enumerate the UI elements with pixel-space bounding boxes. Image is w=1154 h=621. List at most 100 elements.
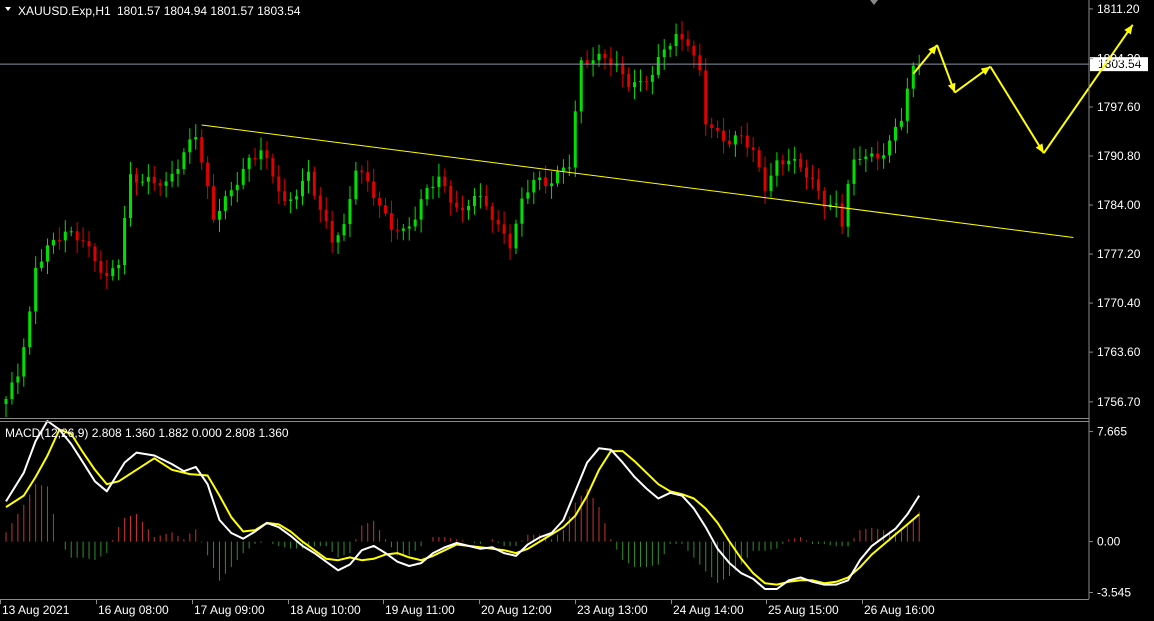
candle[interactable]: [834, 190, 838, 218]
candle[interactable]: [799, 152, 803, 173]
candle[interactable]: [816, 168, 820, 200]
candle[interactable]: [16, 363, 20, 394]
candle[interactable]: [555, 165, 559, 187]
candle[interactable]: [579, 56, 583, 124]
candle[interactable]: [449, 180, 453, 216]
candle[interactable]: [146, 164, 150, 195]
candle[interactable]: [888, 134, 892, 163]
candle[interactable]: [241, 158, 245, 190]
candle[interactable]: [603, 49, 607, 70]
candle[interactable]: [775, 152, 779, 187]
candle[interactable]: [461, 195, 465, 223]
candle[interactable]: [520, 187, 524, 237]
candle[interactable]: [366, 160, 370, 192]
candle[interactable]: [852, 148, 856, 196]
candle[interactable]: [573, 100, 577, 177]
forecast-arrow[interactable]: [989, 66, 1045, 154]
candle[interactable]: [75, 222, 79, 254]
candle[interactable]: [751, 137, 755, 163]
candle[interactable]: [99, 250, 103, 280]
candle[interactable]: [425, 184, 429, 206]
candle[interactable]: [757, 146, 761, 172]
candle[interactable]: [117, 259, 121, 281]
candle[interactable]: [810, 164, 814, 189]
candle[interactable]: [899, 108, 903, 131]
candle[interactable]: [876, 141, 880, 171]
candle[interactable]: [81, 227, 85, 248]
candle[interactable]: [22, 338, 26, 387]
candle[interactable]: [472, 188, 476, 215]
candle[interactable]: [295, 189, 299, 209]
candle[interactable]: [716, 120, 720, 139]
candle[interactable]: [484, 184, 488, 210]
candle[interactable]: [10, 372, 14, 405]
candle[interactable]: [437, 163, 441, 198]
candle[interactable]: [870, 147, 874, 163]
candle[interactable]: [51, 232, 55, 254]
candle[interactable]: [324, 196, 328, 229]
forecast-arrow[interactable]: [912, 44, 938, 75]
candle[interactable]: [905, 77, 909, 134]
candle[interactable]: [152, 165, 156, 191]
candle[interactable]: [467, 199, 471, 220]
candle[interactable]: [407, 217, 411, 241]
candle[interactable]: [662, 39, 666, 70]
candle[interactable]: [93, 242, 97, 272]
candle[interactable]: [894, 118, 897, 154]
candle[interactable]: [277, 165, 281, 205]
candle[interactable]: [217, 198, 221, 233]
candle[interactable]: [793, 146, 797, 174]
candle[interactable]: [235, 171, 239, 203]
candle[interactable]: [615, 50, 619, 73]
candle[interactable]: [129, 162, 133, 227]
candle[interactable]: [550, 171, 554, 199]
candle[interactable]: [822, 187, 826, 220]
candle[interactable]: [348, 186, 352, 238]
candle[interactable]: [312, 166, 316, 200]
candle[interactable]: [164, 171, 168, 198]
candle[interactable]: [680, 21, 684, 51]
candle[interactable]: [882, 143, 886, 169]
candle[interactable]: [354, 161, 358, 205]
candle[interactable]: [609, 46, 613, 77]
candle[interactable]: [621, 56, 625, 87]
candle[interactable]: [585, 50, 589, 69]
candle[interactable]: [781, 154, 785, 176]
candle[interactable]: [247, 154, 251, 182]
candle[interactable]: [650, 66, 654, 95]
candle[interactable]: [389, 200, 393, 243]
candle[interactable]: [194, 124, 198, 150]
candle[interactable]: [769, 162, 773, 198]
candle[interactable]: [644, 76, 648, 91]
candle[interactable]: [301, 168, 304, 205]
candle[interactable]: [289, 192, 293, 214]
candle[interactable]: [306, 159, 310, 194]
candle[interactable]: [710, 117, 714, 139]
candle[interactable]: [443, 168, 447, 193]
candle[interactable]: [763, 156, 767, 204]
candle[interactable]: [360, 165, 364, 184]
period-separator-marker-icon[interactable]: [870, 0, 878, 5]
candle[interactable]: [253, 147, 257, 166]
candle[interactable]: [745, 122, 749, 157]
candle[interactable]: [40, 249, 44, 272]
candle[interactable]: [34, 256, 38, 325]
candle[interactable]: [686, 30, 690, 52]
candle[interactable]: [259, 137, 263, 171]
candle[interactable]: [656, 44, 660, 79]
candle[interactable]: [639, 69, 643, 92]
price-pane[interactable]: 1803.54: [0, 21, 1148, 417]
candle[interactable]: [787, 148, 791, 171]
candle[interactable]: [532, 172, 536, 204]
candle[interactable]: [514, 219, 518, 254]
candle[interactable]: [229, 181, 233, 206]
candle[interactable]: [597, 44, 601, 67]
candle[interactable]: [28, 306, 32, 355]
candle[interactable]: [111, 259, 115, 281]
candle[interactable]: [722, 118, 726, 154]
candle[interactable]: [105, 259, 109, 289]
candle[interactable]: [206, 156, 210, 200]
candle[interactable]: [200, 129, 204, 171]
candle[interactable]: [698, 43, 702, 77]
candle[interactable]: [265, 141, 269, 170]
